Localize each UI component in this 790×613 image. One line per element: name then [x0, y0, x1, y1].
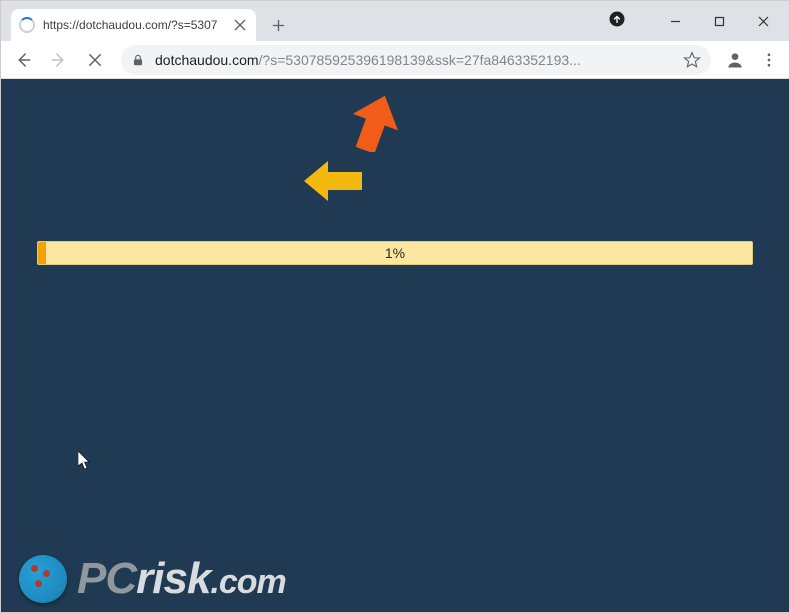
progress-fill	[38, 242, 46, 264]
new-tab-button[interactable]	[264, 11, 292, 39]
window-controls	[606, 1, 789, 41]
url-domain: dotchaudou.com	[155, 52, 259, 68]
browser-tab[interactable]: https://dotchaudou.com/?s=5307	[11, 9, 256, 41]
url-path: /?s=530785925396198139&ssk=27fa846335219…	[259, 52, 581, 68]
bookmark-button[interactable]	[683, 51, 701, 69]
media-control-icon[interactable]	[606, 8, 628, 30]
address-bar[interactable]: dotchaudou.com/?s=530785925396198139&ssk…	[121, 45, 711, 75]
profile-button[interactable]	[721, 46, 749, 74]
loading-spinner-icon	[19, 17, 35, 33]
watermark-risk: risk	[136, 554, 210, 603]
progress-text: 1%	[385, 245, 405, 261]
browser-window: https://dotchaudou.com/?s=5307	[0, 0, 790, 613]
close-tab-button[interactable]	[232, 17, 248, 33]
maximize-button[interactable]	[698, 6, 740, 36]
tab-strip: https://dotchaudou.com/?s=5307	[1, 1, 606, 41]
forward-button[interactable]	[43, 44, 75, 76]
cursor-icon	[78, 451, 92, 476]
lock-icon	[131, 53, 145, 67]
menu-button[interactable]	[755, 46, 783, 74]
url-text: dotchaudou.com/?s=530785925396198139&ssk…	[155, 52, 675, 68]
watermark-logo-icon	[19, 555, 67, 603]
progress-bar: 1%	[37, 241, 753, 265]
minimize-button[interactable]	[654, 6, 696, 36]
watermark-text: PCrisk.com	[77, 554, 286, 604]
back-button[interactable]	[7, 44, 39, 76]
stop-button[interactable]	[79, 44, 111, 76]
page-content: 1% PCrisk.com	[1, 79, 789, 612]
toolbar: dotchaudou.com/?s=530785925396198139&ssk…	[1, 41, 789, 79]
watermark: PCrisk.com	[19, 554, 286, 604]
arrow-left-annotation-icon	[304, 161, 362, 206]
watermark-com: .com	[210, 563, 285, 601]
watermark-pc: PC	[77, 554, 136, 603]
toolbar-right	[721, 46, 783, 74]
tab-title: https://dotchaudou.com/?s=5307	[43, 18, 227, 32]
close-window-button[interactable]	[742, 6, 784, 36]
titlebar: https://dotchaudou.com/?s=5307	[1, 1, 789, 41]
